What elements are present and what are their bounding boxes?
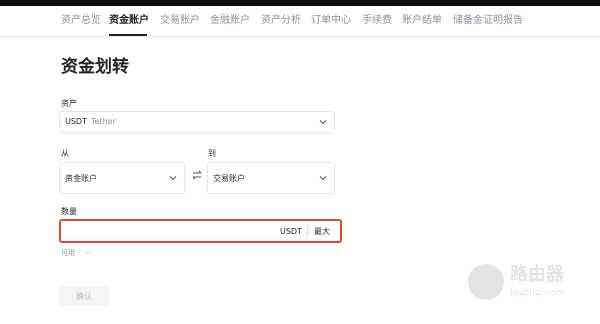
chevron-down-icon (169, 176, 177, 181)
watermark-domain: luyouqi.com (510, 288, 566, 298)
tab-trading-account[interactable]: 交易账户 (160, 15, 200, 27)
asset-label: 资产 (61, 99, 77, 108)
watermark: 路由器 luyouqi.com (468, 258, 596, 308)
to-label: 到 (208, 149, 216, 158)
divider (307, 226, 308, 237)
max-button[interactable]: 最大 (314, 227, 330, 237)
tab-proof-of-reserves[interactable]: 储备金证明报告 (453, 15, 523, 27)
asset-select[interactable]: USDT Tether (59, 111, 335, 133)
from-account-select[interactable]: 资金账户 (59, 162, 185, 194)
amount-label: 数量 (61, 207, 77, 216)
amount-unit: USDT (280, 227, 302, 236)
asset-name: Tether (90, 117, 116, 126)
tab-funding-account[interactable]: 资金账户 (109, 15, 149, 27)
tab-finance-account[interactable]: 金融账户 (210, 15, 250, 27)
from-label: 从 (61, 149, 69, 158)
to-account-value: 交易账户 (213, 174, 245, 183)
swap-icon[interactable] (191, 169, 203, 181)
account-tabs: 资产总览 资金账户 交易账户 金融账户 资产分析 订单中心 手续费 账户结单 储… (0, 6, 600, 37)
watermark-title: 路由器 (510, 264, 564, 285)
tab-fees[interactable]: 手续费 (362, 15, 392, 27)
asset-symbol: USDT (65, 117, 87, 126)
from-account-value: 资金账户 (65, 174, 97, 183)
tab-order-center[interactable]: 订单中心 (311, 15, 351, 27)
router-logo-icon (468, 264, 504, 300)
tab-asset-overview[interactable]: 资产总览 (61, 15, 101, 27)
available-label: 可用 (61, 249, 75, 257)
chevron-down-icon (319, 176, 327, 181)
tab-account-statement[interactable]: 账户结单 (402, 15, 442, 27)
amount-input[interactable] (65, 223, 269, 241)
tab-asset-analysis[interactable]: 资产分析 (261, 15, 301, 27)
active-tab-indicator (109, 34, 147, 36)
asset-select-value: USDT Tether (65, 117, 116, 127)
confirm-button[interactable]: 确认 (58, 286, 110, 306)
to-account-select[interactable]: 交易账户 (207, 162, 335, 194)
chevron-down-icon (319, 120, 327, 125)
available-value: -- (86, 249, 92, 257)
amount-field[interactable]: USDT 最大 (59, 219, 342, 243)
page-title: 资金划转 (61, 57, 129, 77)
